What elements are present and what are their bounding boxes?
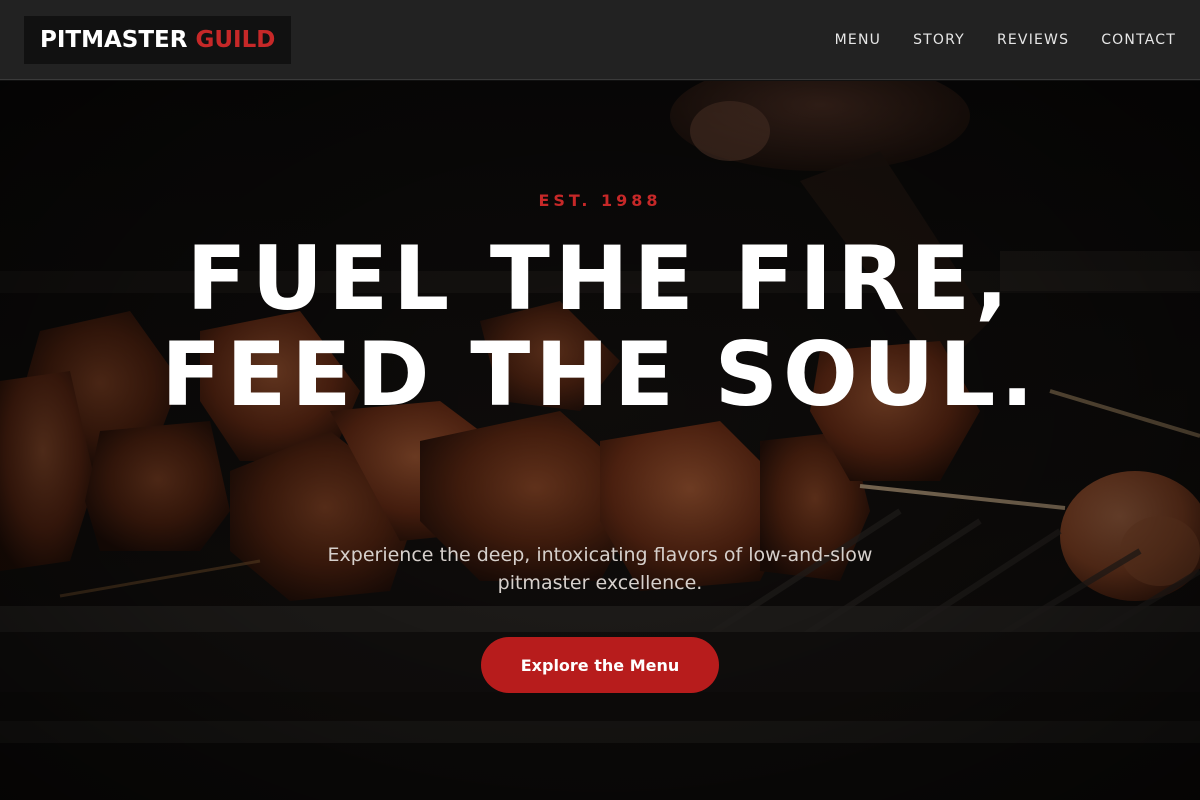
site-header: PITMASTER GUILD MENU STORY REVIEWS CONTA…	[0, 0, 1200, 80]
hero-headline: FUEL THE FIRE, FEED THE SOUL.	[161, 227, 1039, 426]
nav-item-reviews[interactable]: REVIEWS	[997, 32, 1069, 48]
hero-eyebrow: EST. 1988	[538, 191, 662, 210]
logo-text-primary: PITMASTER	[40, 26, 188, 53]
main-nav: MENU STORY REVIEWS CONTACT	[835, 32, 1176, 48]
explore-menu-button[interactable]: Explore the Menu	[481, 637, 719, 693]
nav-item-contact[interactable]: CONTACT	[1101, 32, 1176, 48]
hero-section: EST. 1988 FUEL THE FIRE, FEED THE SOUL. …	[0, 81, 1200, 800]
logo[interactable]: PITMASTER GUILD	[24, 15, 292, 64]
hero-content: EST. 1988 FUEL THE FIRE, FEED THE SOUL. …	[0, 81, 1200, 800]
logo-text-accent: GUILD	[195, 26, 276, 53]
nav-item-story[interactable]: STORY	[913, 32, 965, 48]
hero-subtext: Experience the deep, intoxicating flavor…	[327, 544, 873, 594]
nav-item-menu[interactable]: MENU	[835, 32, 881, 48]
